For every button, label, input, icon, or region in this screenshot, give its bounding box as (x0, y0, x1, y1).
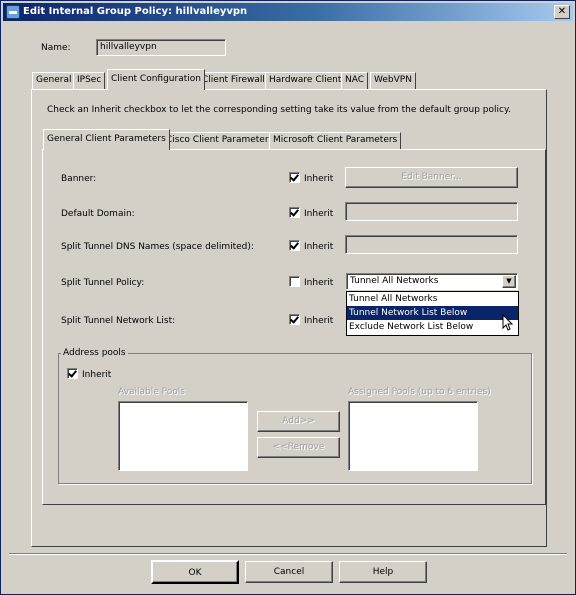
split-policy-dropdown-list: Tunnel All Networks Tunnel Network List … (346, 291, 519, 336)
available-pools-label: Available Pools (118, 387, 185, 397)
tab-microsoft-client-parameters[interactable]: Microsoft Client Parameters (269, 132, 402, 149)
close-button[interactable]: ✕ (554, 5, 570, 19)
banner-label: Banner: (61, 174, 97, 184)
ok-button[interactable]: OK (151, 560, 239, 584)
banner-inherit-checkbox[interactable] (289, 172, 300, 183)
add-pool-button[interactable]: Add>> (257, 411, 340, 432)
sub-tab-bar: General Client Parameters Cisco Client P… (43, 129, 403, 150)
dropdown-option[interactable]: Tunnel Network List Below (347, 306, 518, 320)
address-pools-label: Address pools (61, 348, 128, 358)
default-domain-inherit-label: Inherit (304, 209, 334, 219)
default-domain-label: Default Domain: (61, 209, 135, 219)
tab-nac[interactable]: NAC (341, 72, 369, 89)
title-bar[interactable]: Edit Internal Group Policy: hillvalleyvp… (3, 3, 573, 21)
dialog-window: Edit Internal Group Policy: hillvalleyvp… (0, 0, 576, 595)
available-pools-list[interactable] (118, 401, 248, 471)
dropdown-option[interactable]: Exclude Network List Below (347, 320, 518, 334)
split-policy-inherit-label: Inherit (304, 278, 334, 288)
tab-general[interactable]: General (32, 72, 76, 89)
split-list-label: Split Tunnel Network List: (61, 316, 176, 326)
split-dns-field[interactable] (345, 235, 518, 254)
tab-ipsec[interactable]: IPSec (73, 72, 106, 89)
banner-inherit-label: Inherit (304, 174, 334, 184)
window-title: Edit Internal Group Policy: hillvalleyvp… (23, 6, 248, 17)
tab-hardware-client[interactable]: Hardware Client (265, 72, 346, 89)
tab-cisco-client-parameters[interactable]: Cisco Client Parameters (162, 132, 278, 149)
help-button[interactable]: Help (339, 561, 427, 583)
cancel-button[interactable]: Cancel (245, 561, 333, 583)
mouse-cursor-icon (502, 314, 514, 331)
tab-client-configuration[interactable]: Client Configuration (107, 69, 205, 90)
app-icon (6, 5, 20, 19)
split-dns-inherit-checkbox[interactable] (289, 240, 300, 251)
tab-webvpn[interactable]: WebVPN (370, 72, 416, 89)
remove-pool-button[interactable]: <<Remove (257, 437, 340, 458)
tab-client-firewall[interactable]: Client Firewall (198, 72, 269, 89)
split-list-inherit-checkbox[interactable] (289, 314, 300, 325)
name-label: Name: (41, 43, 71, 53)
close-icon: ✕ (557, 6, 567, 17)
split-policy-inherit-checkbox[interactable] (289, 276, 300, 287)
footer-divider (9, 553, 567, 555)
edit-banner-button[interactable]: Edit Banner... (345, 167, 518, 188)
top-tab-bar: General IPSec Client Configuration Clien… (32, 69, 552, 90)
assigned-pools-list[interactable] (348, 401, 478, 471)
address-pools-inherit-checkbox[interactable] (67, 368, 78, 379)
split-dns-label: Split Tunnel DNS Names (space delimited)… (61, 242, 254, 252)
split-policy-label: Split Tunnel Policy: (61, 278, 145, 288)
address-pools-inherit-label: Inherit (82, 370, 112, 380)
instruction-text: Check an Inherit checkbox to let the cor… (47, 105, 511, 115)
default-domain-inherit-checkbox[interactable] (289, 207, 300, 218)
dropdown-option[interactable]: Tunnel All Networks (347, 292, 518, 306)
default-domain-field[interactable] (345, 202, 518, 221)
tab-general-client-parameters[interactable]: General Client Parameters (43, 129, 170, 150)
split-list-inherit-label: Inherit (304, 316, 334, 326)
chevron-down-icon[interactable]: ▼ (502, 275, 516, 288)
assigned-pools-label: Assigned Pools (up to 6 entries) (348, 387, 491, 397)
name-field[interactable]: hillvalleyvpn (96, 39, 226, 56)
split-policy-select[interactable]: Tunnel All Networks ▼ (346, 273, 518, 290)
split-dns-inherit-label: Inherit (304, 242, 334, 252)
split-policy-value: Tunnel All Networks (350, 276, 439, 286)
